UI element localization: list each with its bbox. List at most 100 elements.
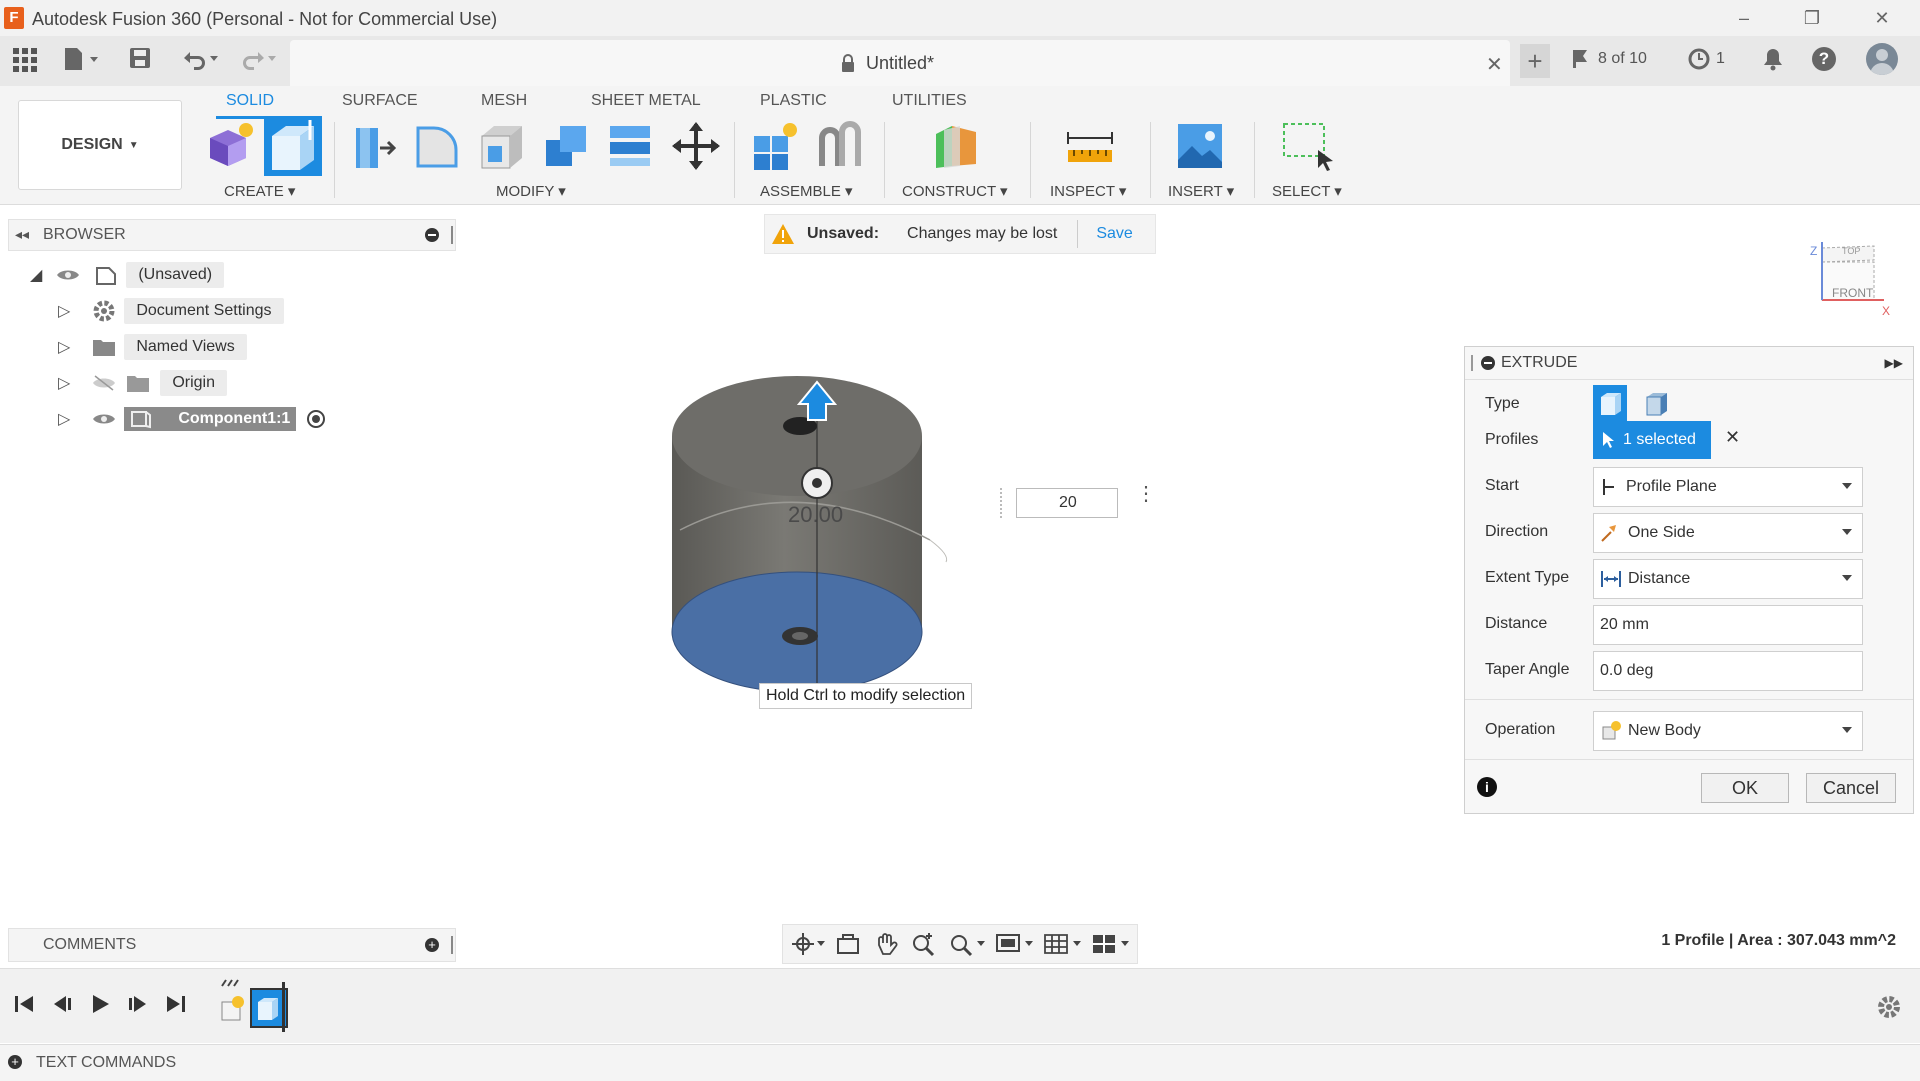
- add-comment-icon[interactable]: +: [425, 938, 439, 952]
- close-tab-icon[interactable]: ✕: [1486, 52, 1503, 77]
- input-drag-handle[interactable]: [1000, 488, 1012, 518]
- step-back-icon[interactable]: [50, 992, 74, 1016]
- timeline-feature-sketch[interactable]: [218, 978, 250, 1028]
- construct-plane-tool[interactable]: [930, 120, 982, 172]
- type-solid-button[interactable]: [1593, 385, 1627, 421]
- select-group-label[interactable]: SELECT ▾: [1272, 182, 1342, 200]
- move-copy-tool[interactable]: [670, 120, 722, 172]
- redo-icon[interactable]: [236, 46, 280, 70]
- grid-settings-icon[interactable]: [1043, 931, 1081, 957]
- collapse-browser-icon[interactable]: ◂◂: [15, 226, 29, 243]
- measure-tool[interactable]: [1064, 120, 1116, 172]
- cancel-button[interactable]: Cancel: [1806, 773, 1896, 803]
- save-icon[interactable]: [128, 46, 152, 70]
- browser-item-document-settings[interactable]: ▷ Document Settings: [58, 296, 284, 326]
- expand-triangle-icon[interactable]: ▷: [58, 337, 70, 357]
- go-to-start-icon[interactable]: [12, 992, 36, 1016]
- activate-radio-icon[interactable]: [306, 409, 326, 429]
- expand-dialog-icon[interactable]: ▶▶: [1885, 356, 1903, 370]
- construct-group-label[interactable]: CONSTRUCT ▾: [902, 182, 1008, 200]
- extrude-tool[interactable]: [264, 116, 322, 176]
- help-icon[interactable]: ?: [1812, 47, 1836, 71]
- taper-angle-field[interactable]: 0.0 deg: [1593, 651, 1863, 691]
- minimize-dialog-icon[interactable]: [1481, 356, 1495, 370]
- assemble-group-label[interactable]: ASSEMBLE ▾: [760, 182, 853, 200]
- timeline-settings-gear-icon[interactable]: [1876, 994, 1902, 1020]
- create-group-label[interactable]: CREATE ▾: [224, 182, 295, 200]
- minimize-button[interactable]: –: [1716, 0, 1772, 36]
- joint-tool[interactable]: [814, 120, 866, 172]
- visibility-eye-icon[interactable]: [56, 267, 80, 283]
- step-forward-icon[interactable]: [126, 992, 150, 1016]
- document-tab[interactable]: Untitled* ✕: [290, 40, 1510, 86]
- operation-select[interactable]: New Body: [1593, 711, 1863, 751]
- text-commands-bar[interactable]: + TEXT COMMANDS: [0, 1044, 1920, 1081]
- new-tab-button[interactable]: +: [1520, 44, 1550, 78]
- fit-zoom-icon[interactable]: [949, 931, 985, 957]
- comments-panel[interactable]: COMMENTS +: [8, 928, 456, 962]
- close-window-button[interactable]: ✕: [1854, 0, 1910, 36]
- save-link[interactable]: Save: [1096, 225, 1132, 243]
- ok-button[interactable]: OK: [1701, 773, 1789, 803]
- combine-tool[interactable]: [540, 120, 592, 172]
- browser-header[interactable]: ◂◂ BROWSER: [8, 219, 456, 251]
- shell-tool[interactable]: [476, 120, 526, 172]
- grid-menu-icon[interactable]: [12, 47, 38, 73]
- extrude-dialog-header[interactable]: EXTRUDE ▶▶: [1465, 347, 1913, 380]
- more-options-icon[interactable]: ⋮: [1136, 484, 1156, 504]
- restore-button[interactable]: ❐: [1784, 0, 1840, 36]
- new-component-assemble-tool[interactable]: [750, 120, 802, 172]
- inspect-group-label[interactable]: INSPECT ▾: [1050, 182, 1126, 200]
- create-component-tool[interactable]: [204, 120, 256, 172]
- file-menu-icon[interactable]: [62, 46, 102, 72]
- info-icon[interactable]: i: [1477, 777, 1497, 797]
- expand-triangle-icon[interactable]: ▷: [58, 373, 70, 393]
- look-at-icon[interactable]: [835, 931, 861, 957]
- visibility-eye-icon[interactable]: [92, 411, 116, 427]
- minimize-browser-icon[interactable]: [425, 228, 439, 242]
- extent-type-select[interactable]: Distance: [1593, 559, 1863, 599]
- modify-group-label[interactable]: MODIFY ▾: [496, 182, 566, 200]
- jobs-button[interactable]: 1: [1688, 48, 1725, 70]
- display-settings-icon[interactable]: [995, 931, 1033, 957]
- workspace-switcher[interactable]: DESIGN ▼: [18, 100, 182, 190]
- view-cube[interactable]: TOP FRONT Z X: [1810, 240, 1890, 318]
- insert-image-tool[interactable]: [1174, 120, 1226, 172]
- direction-select[interactable]: One Side: [1593, 513, 1863, 553]
- timeline-marker[interactable]: [282, 982, 285, 1032]
- tab-solid[interactable]: SOLID: [226, 92, 274, 110]
- browser-item-component[interactable]: ▷ Component1:1: [58, 404, 326, 434]
- browser-item-origin[interactable]: ▷ Origin: [58, 368, 227, 398]
- comments-drag-handle[interactable]: [451, 936, 453, 954]
- expand-triangle-icon[interactable]: ▷: [58, 409, 70, 429]
- tab-sheet-metal[interactable]: SHEET METAL: [591, 92, 701, 110]
- tab-mesh[interactable]: MESH: [481, 92, 527, 110]
- profiles-selection-button[interactable]: 1 selected: [1593, 421, 1711, 459]
- notification-bell-icon[interactable]: [1762, 47, 1784, 71]
- select-tool[interactable]: [1280, 120, 1336, 172]
- tab-plastic[interactable]: PLASTIC: [760, 92, 827, 110]
- version-button[interactable]: 8 of 10: [1570, 48, 1647, 70]
- browser-drag-handle[interactable]: [451, 226, 453, 244]
- fillet-tool[interactable]: [412, 120, 462, 172]
- undo-icon[interactable]: [178, 46, 222, 70]
- orbit-icon[interactable]: [791, 931, 825, 957]
- hidden-eye-icon[interactable]: [92, 375, 116, 391]
- offset-face-tool[interactable]: [604, 120, 656, 172]
- distance-field[interactable]: 20 mm: [1593, 605, 1863, 645]
- avatar[interactable]: [1866, 43, 1898, 75]
- expand-text-commands-icon[interactable]: +: [8, 1055, 22, 1069]
- clear-selection-icon[interactable]: ✕: [1725, 427, 1740, 448]
- go-to-end-icon[interactable]: [164, 992, 188, 1016]
- start-select[interactable]: Profile Plane: [1593, 467, 1863, 507]
- insert-group-label[interactable]: INSERT ▾: [1168, 182, 1234, 200]
- pan-hand-icon[interactable]: [873, 931, 899, 957]
- tab-surface[interactable]: SURFACE: [342, 92, 418, 110]
- distance-input[interactable]: 20: [1016, 488, 1118, 518]
- press-pull-tool[interactable]: [350, 120, 400, 172]
- browser-item-named-views[interactable]: ▷ Named Views: [58, 332, 247, 362]
- browser-root-row[interactable]: ◢ (Unsaved): [30, 260, 225, 290]
- play-icon[interactable]: [88, 992, 112, 1016]
- viewports-icon[interactable]: [1091, 931, 1129, 957]
- zoom-icon[interactable]: [911, 931, 937, 957]
